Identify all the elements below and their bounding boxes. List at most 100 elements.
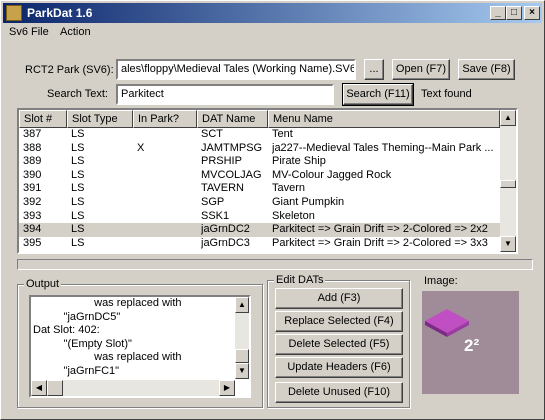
column-header-menu-name[interactable]: Menu Name [268, 110, 500, 128]
output-hscroll-thumb[interactable] [47, 380, 63, 396]
table-cell: 390 [23, 168, 42, 181]
scroll-thumb[interactable] [500, 180, 516, 188]
output-line: was replaced with [33, 351, 182, 363]
table-cell: Tavern [272, 182, 306, 195]
column-header-dat-name[interactable]: DAT Name [197, 110, 268, 128]
table-cell: LS [71, 128, 85, 140]
list-header: Slot # Slot Type In Park? DAT Name Menu … [19, 110, 500, 128]
main-window: ParkDat 1.6 _ □ × Sv6 File Action RCT2 P… [0, 0, 545, 420]
edit-dats-group-title: Edit DATs [274, 274, 326, 286]
table-row[interactable]: 388 LS X JAMTMPSG ja227--Medieval Tales Them… [19, 142, 500, 156]
table-cell: SSK1 [201, 209, 230, 222]
menu-bar: Sv6 File Action [3, 24, 542, 42]
image-label: Image: [424, 275, 458, 287]
table-row[interactable]: 394 LS jaGrnDC2 Parkitect => Grain Drift =>… [19, 223, 500, 237]
column-header-slot[interactable]: Slot # [19, 110, 67, 128]
table-row[interactable]: 395 LS jaGrnDC3 Parkitect => Grain Drift =>… [19, 237, 500, 251]
table-cell: jaGrnDC3 [201, 236, 250, 249]
table-cell: 388 [23, 141, 42, 154]
open-button[interactable]: Open (F7) [392, 59, 450, 80]
output-hscroll[interactable]: ◀ ▶ [31, 380, 235, 396]
table-cell: LS [71, 168, 85, 181]
table-cell: LS [71, 223, 85, 236]
table-row[interactable]: 390 LS MVCOLJAG MV-Colour Jagged Rock [19, 169, 500, 183]
list-scrollbar[interactable]: ▲ ▼ [500, 110, 516, 252]
minimize-button[interactable]: _ [490, 6, 506, 20]
output-log[interactable]: was replaced with "jaGrnDC5" Dat Slot: 40… [29, 295, 251, 398]
table-row[interactable]: 387 LS SCT Tent [19, 128, 500, 142]
table-cell: TAVERN [201, 182, 244, 195]
table-cell: LS [71, 182, 85, 195]
table-cell: 392 [23, 196, 42, 208]
menu-action[interactable]: Action [60, 26, 91, 38]
maximize-button[interactable]: □ [506, 6, 522, 20]
table-cell: 391 [23, 182, 42, 195]
table-cell: LS [71, 155, 85, 168]
table-cell: Pirate Ship [272, 155, 326, 168]
table-cell: 387 [23, 128, 42, 140]
window-title: ParkDat 1.6 [27, 6, 93, 20]
column-header-slot-type[interactable]: Slot Type [67, 110, 133, 128]
table-cell: X [137, 141, 145, 154]
table-row[interactable]: 391 LS TAVERN Tavern [19, 182, 500, 196]
search-status: Text found [421, 88, 472, 100]
table-cell: LS [71, 196, 85, 208]
title-bar[interactable]: ParkDat 1.6 _ □ × [3, 3, 542, 23]
search-input[interactable]: Parkitect [116, 84, 334, 105]
output-scroll-left-icon[interactable]: ◀ [31, 380, 47, 396]
table-cell: Parkitect => Grain Drift => 2-Colored =>… [272, 223, 488, 236]
table-cell: LS [71, 236, 85, 249]
menu-sv6-file[interactable]: Sv6 File [9, 26, 49, 38]
table-cell: 395 [23, 236, 42, 249]
dat-list[interactable]: Slot # Slot Type In Park? DAT Name Menu … [17, 108, 518, 254]
add-button[interactable]: Add (F3) [275, 288, 403, 309]
save-button[interactable]: Save (F8) [458, 59, 515, 80]
scroll-down-icon[interactable]: ▼ [500, 236, 516, 252]
table-cell: MVCOLJAG [201, 168, 262, 181]
output-line: "jaGrnDC5" [33, 310, 121, 323]
scroll-up-icon[interactable]: ▲ [500, 110, 516, 126]
table-row[interactable]: 393 LS SSK1 Skeleton [19, 210, 500, 224]
column-header-in-park[interactable]: In Park? [133, 110, 197, 128]
replace-selected-button[interactable]: Replace Selected (F4) [275, 311, 403, 332]
delete-selected-button[interactable]: Delete Selected (F5) [275, 334, 403, 355]
table-cell: Skeleton [272, 209, 315, 222]
output-line: "(Empty Slot)" [33, 337, 132, 350]
table-cell: 389 [23, 155, 42, 168]
table-cell: 394 [23, 223, 42, 236]
preview-badge: 2² [464, 336, 479, 355]
search-label: Search Text: [47, 88, 108, 100]
table-cell: PRSHIP [201, 155, 242, 168]
preview-tile-icon: 2² [425, 309, 479, 355]
browse-button[interactable]: ... [364, 59, 384, 80]
output-scroll-right-icon[interactable]: ▶ [219, 380, 235, 396]
output-line: was replaced with [33, 297, 182, 309]
table-row[interactable]: 392 LS SGP Giant Pumpkin [19, 196, 500, 210]
dat-preview-image: 2² [422, 291, 519, 394]
delete-unused-button[interactable]: Delete Unused (F10) [275, 382, 403, 403]
app-icon [6, 5, 22, 21]
output-scroll-down-icon[interactable]: ▼ [235, 363, 249, 379]
park-label: RCT2 Park (SV6): [25, 64, 114, 76]
table-cell: JAMTMPSG [201, 141, 263, 154]
output-line: "jaGrnFC1" [33, 364, 120, 377]
table-cell: Giant Pumpkin [272, 196, 345, 208]
table-cell: SGP [201, 196, 225, 208]
update-headers-button[interactable]: Update Headers (F6) [275, 357, 403, 378]
table-cell: jaGrnDC2 [201, 223, 250, 236]
table-cell: Parkitect => Grain Drift => 2-Colored =>… [272, 236, 488, 249]
output-group-title: Output [24, 278, 62, 290]
table-cell: SCT [201, 128, 223, 140]
search-button[interactable]: Search (F11) [342, 83, 414, 106]
output-scroll-thumb[interactable] [235, 349, 249, 363]
close-button[interactable]: × [524, 6, 540, 20]
table-cell: Tent [272, 128, 293, 140]
table-cell: ja227--Medieval Tales Theming--Main Park… [272, 141, 494, 154]
output-vscroll[interactable]: ▲ ▼ [235, 297, 249, 379]
park-path-field[interactable]: ales\floppy\Medieval Tales (Working Name… [116, 59, 356, 80]
table-cell: LS [71, 209, 85, 222]
output-line: Dat Slot: 402: [33, 324, 100, 336]
table-cell: 393 [23, 209, 42, 222]
output-scroll-up-icon[interactable]: ▲ [235, 297, 249, 313]
table-row[interactable]: 389 LS PRSHIP Pirate Ship [19, 155, 500, 169]
